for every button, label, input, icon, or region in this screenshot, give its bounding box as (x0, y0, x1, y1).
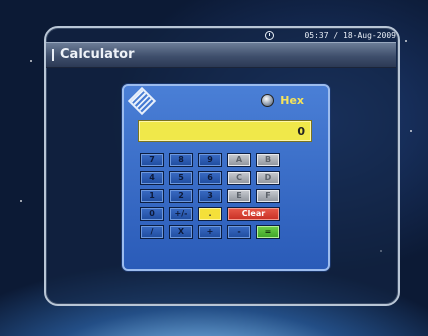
star (20, 200, 22, 202)
key-divide[interactable]: / (140, 225, 164, 239)
star (410, 130, 412, 132)
calculator-logo-icon (127, 86, 157, 116)
key-e[interactable]: E (227, 189, 251, 203)
key-equals[interactable]: = (256, 225, 280, 239)
key-5[interactable]: 5 (169, 171, 193, 185)
key-multiply[interactable]: X (169, 225, 193, 239)
clock-icon (265, 30, 275, 40)
calculator-panel: Hex 0 7 8 9 A B 4 5 6 C D 1 2 3 E F 0 +/… (122, 84, 330, 271)
key-9[interactable]: 9 (198, 153, 222, 167)
key-decimal[interactable]: . (198, 207, 222, 221)
radio-icon[interactable] (261, 94, 275, 107)
status-bar: 05:37 / 18-Aug-2009 (46, 28, 396, 42)
keypad-row: 0 +/- . Clear (140, 207, 316, 221)
star (405, 40, 407, 42)
display: 0 (138, 120, 312, 142)
keypad-row: 1 2 3 E F (140, 189, 316, 203)
keypad-row: / X + - = (140, 225, 316, 239)
key-3[interactable]: 3 (198, 189, 222, 203)
key-6[interactable]: 6 (198, 171, 222, 185)
key-8[interactable]: 8 (169, 153, 193, 167)
key-f[interactable]: F (256, 189, 280, 203)
keypad-row: 7 8 9 A B (140, 153, 316, 167)
keypad-row: 4 5 6 C D (140, 171, 316, 185)
key-c[interactable]: C (227, 171, 251, 185)
keypad: 7 8 9 A B 4 5 6 C D 1 2 3 E F 0 +/- . Cl… (140, 153, 316, 243)
title-accent (52, 49, 54, 61)
star (30, 60, 32, 62)
key-2[interactable]: 2 (169, 189, 193, 203)
key-0[interactable]: 0 (140, 207, 164, 221)
mode-label: Hex (280, 94, 304, 107)
page-title: Calculator (60, 47, 135, 62)
mode-indicator[interactable]: Hex (261, 94, 304, 107)
title-bar: Calculator (46, 42, 396, 68)
key-a[interactable]: A (227, 153, 251, 167)
key-7[interactable]: 7 (140, 153, 164, 167)
clear-button[interactable]: Clear (227, 207, 280, 221)
key-1[interactable]: 1 (140, 189, 164, 203)
key-sign[interactable]: +/- (169, 207, 193, 221)
key-d[interactable]: D (256, 171, 280, 185)
key-b[interactable]: B (256, 153, 280, 167)
key-4[interactable]: 4 (140, 171, 164, 185)
key-subtract[interactable]: - (227, 225, 251, 239)
time-date: 05:37 / 18-Aug-2009 (304, 30, 396, 40)
key-add[interactable]: + (198, 225, 222, 239)
